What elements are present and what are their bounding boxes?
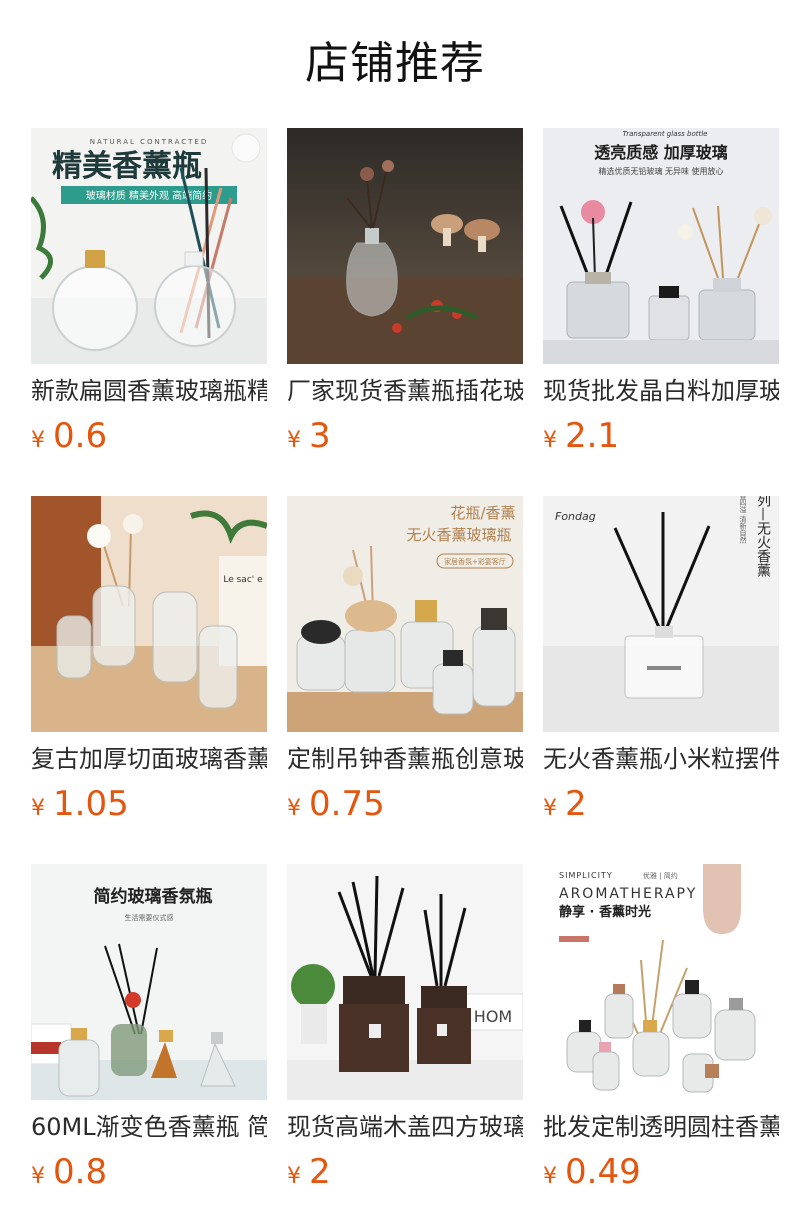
price-value: 2 [565,784,587,824]
price-value: 0.75 [309,784,385,824]
image-pill: 家居香氛+彩宴客厅 [444,557,506,566]
image-script: Fondag [555,510,596,523]
currency-symbol: ¥ [31,1164,45,1189]
image-book-text: HOM [474,1007,512,1026]
product-card[interactable]: HOM 现货高端木盖四方玻璃香薰瓶 ¥ [287,864,523,1232]
product-name[interactable]: 定制吊钟香薰瓶创意玻璃瓶 [287,742,523,776]
image-heading-line2: 无火香薰玻璃瓶 [406,526,511,544]
image-heading: 简约玻璃香氛瓶 [94,886,213,907]
product-price: ¥ 0.75 [287,784,385,828]
product-price: ¥ 2 [287,1152,331,1196]
product-name[interactable]: 厂家现货香薰瓶插花玻璃瓶 [287,374,523,408]
image-card-text: Le sac' e [223,575,263,585]
price-value: 1.05 [53,784,129,824]
product-price: ¥ 2.1 [543,416,619,460]
price-value: 2 [309,1152,331,1192]
product-image[interactable]: 简约玻璃香氛瓶 生活需要仪式感 [31,864,267,1100]
page-title: 店铺推荐 [305,38,485,89]
image-vertical-small: 花香四溢 清新自然 [739,496,747,544]
currency-symbol: ¥ [543,796,557,821]
product-card[interactable]: 厂家现货香薰瓶插花玻璃瓶 ¥ 3 [287,128,523,496]
image-vertical-title: 白描系列—无火香薰 [755,496,771,577]
image-badges: 玻璃材质 精美外观 高端简约 [86,189,212,202]
image-heading-line1: 花瓶/香薰 [450,504,515,522]
price-value: 0.6 [53,416,108,456]
product-image[interactable] [287,128,523,364]
currency-symbol: ¥ [287,1164,301,1189]
product-name[interactable]: 现货高端木盖四方玻璃香薰瓶 [287,1110,523,1144]
image-line1: SIMPLICITY [559,871,613,880]
image-subheading: 精选优质无铅玻璃 无异味 使用放心 [598,166,723,176]
product-image[interactable]: Transparent glass bottle 透亮质感 加厚玻璃 精选优质无… [543,128,779,364]
price-value: 0.8 [53,1152,108,1192]
price-value: 2.1 [565,416,620,456]
product-card[interactable]: 花瓶/香薰 无火香薰玻璃瓶 家居香氛+彩宴客厅 定制吊钟香薰瓶创意玻 ¥ 0.7… [287,496,523,864]
product-card[interactable]: Transparent glass bottle 透亮质感 加厚玻璃 精选优质无… [543,128,779,496]
image-subheading: 生活需要仪式感 [125,913,174,922]
image-line1b: 优雅 | 简约 [643,871,678,880]
image-script: Transparent glass bottle [623,130,708,138]
product-image[interactable]: Fondag 白描系列—无火香薰 花香四溢 清新自然 [543,496,779,732]
product-name[interactable]: 现货批发晶白料加厚玻璃香薰瓶 [543,374,779,408]
product-price: ¥ 0.6 [31,416,107,460]
product-card[interactable]: Fondag 白描系列—无火香薰 花香四溢 清新自然 无火香薰瓶小米粒摆件 ¥ … [543,496,779,864]
product-name[interactable]: 批发定制透明圆柱香薰瓶 [543,1110,779,1144]
product-image[interactable]: SIMPLICITY 优雅 | 简约 AROMATHERAPY 静享 · 香薰时… [543,864,779,1100]
product-price: ¥ 3 [287,416,331,460]
product-name[interactable]: 复古加厚切面玻璃香薰瓶 [31,742,267,776]
product-name[interactable]: 60ML渐变色香薰瓶 简约玻璃香氛瓶 [31,1110,267,1144]
image-line2: AROMATHERAPY [559,886,697,902]
currency-symbol: ¥ [287,428,301,453]
image-heading: 精美香薰瓶 [52,149,202,184]
product-image[interactable]: Le sac' e [31,496,267,732]
product-card[interactable]: 简约玻璃香氛瓶 生活需要仪式感 60ML渐变色香薰瓶 简约玻璃香氛瓶 [31,864,267,1232]
product-card[interactable]: SIMPLICITY 优雅 | 简约 AROMATHERAPY 静享 · 香薰时… [543,864,779,1232]
image-tagline: NATURAL CONTRACTED [90,138,209,146]
product-card[interactable]: Le sac' e 复古加厚切面玻璃香薰瓶 ¥ 1.05 [31,496,267,864]
price-value: 0.49 [565,1152,641,1192]
product-grid: NATURAL CONTRACTED 精美香薰瓶 玻璃材质 精美外观 高端简约 … [31,128,779,1232]
currency-symbol: ¥ [543,428,557,453]
product-image[interactable]: HOM [287,864,523,1100]
product-name[interactable]: 新款扁圆香薰玻璃瓶精美香薰瓶 [31,374,267,408]
product-price: ¥ 0.49 [543,1152,641,1196]
image-line3: 静享 · 香薰时光 [559,904,651,920]
currency-symbol: ¥ [543,1164,557,1189]
product-price: ¥ 1.05 [31,784,129,828]
product-price: ¥ 0.8 [31,1152,107,1196]
product-name[interactable]: 无火香薰瓶小米粒摆件 [543,742,779,776]
product-card[interactable]: NATURAL CONTRACTED 精美香薰瓶 玻璃材质 精美外观 高端简约 … [31,128,267,496]
image-heading: 透亮质感 加厚玻璃 [594,143,728,162]
currency-symbol: ¥ [31,428,45,453]
product-image[interactable]: NATURAL CONTRACTED 精美香薰瓶 玻璃材质 精美外观 高端简约 [31,128,267,364]
currency-symbol: ¥ [31,796,45,821]
product-image[interactable]: 花瓶/香薰 无火香薰玻璃瓶 家居香氛+彩宴客厅 [287,496,523,732]
currency-symbol: ¥ [287,796,301,821]
product-price: ¥ 2 [543,784,587,828]
price-value: 3 [309,416,331,456]
